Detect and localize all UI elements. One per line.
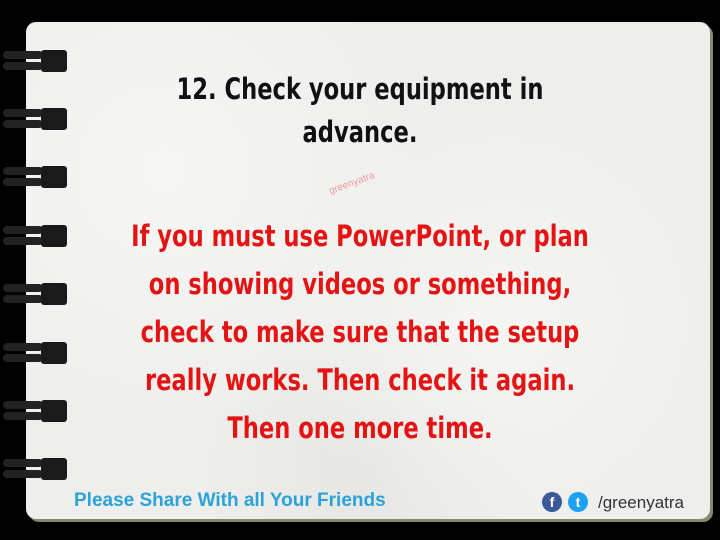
twitter-icon[interactable]: t (568, 492, 588, 512)
body-line: Then one more time. (227, 411, 493, 445)
binding-ring (3, 342, 67, 364)
binding-ring (3, 108, 67, 130)
body-line: check to make sure that the setup (140, 315, 580, 349)
social-handle: /greenyatra (598, 493, 684, 512)
facebook-icon[interactable]: f (542, 492, 562, 512)
binding-ring (3, 225, 67, 247)
share-text: Please Share With all Your Friends (74, 490, 386, 511)
binding-ring (3, 50, 67, 72)
tip-title: 12. Check your equipment in advance. (176, 72, 544, 149)
body-line: on showing videos or something, (148, 267, 572, 301)
binding-ring (3, 283, 67, 305)
binding-ring (3, 458, 67, 480)
body-line: really works. Then check it again. (144, 363, 576, 397)
body-line: If you must use PowerPoint, or plan (131, 219, 589, 253)
binding-ring (3, 166, 67, 188)
binding-ring (3, 400, 67, 422)
tip-body: If you must use PowerPoint, or plan on s… (126, 212, 594, 452)
